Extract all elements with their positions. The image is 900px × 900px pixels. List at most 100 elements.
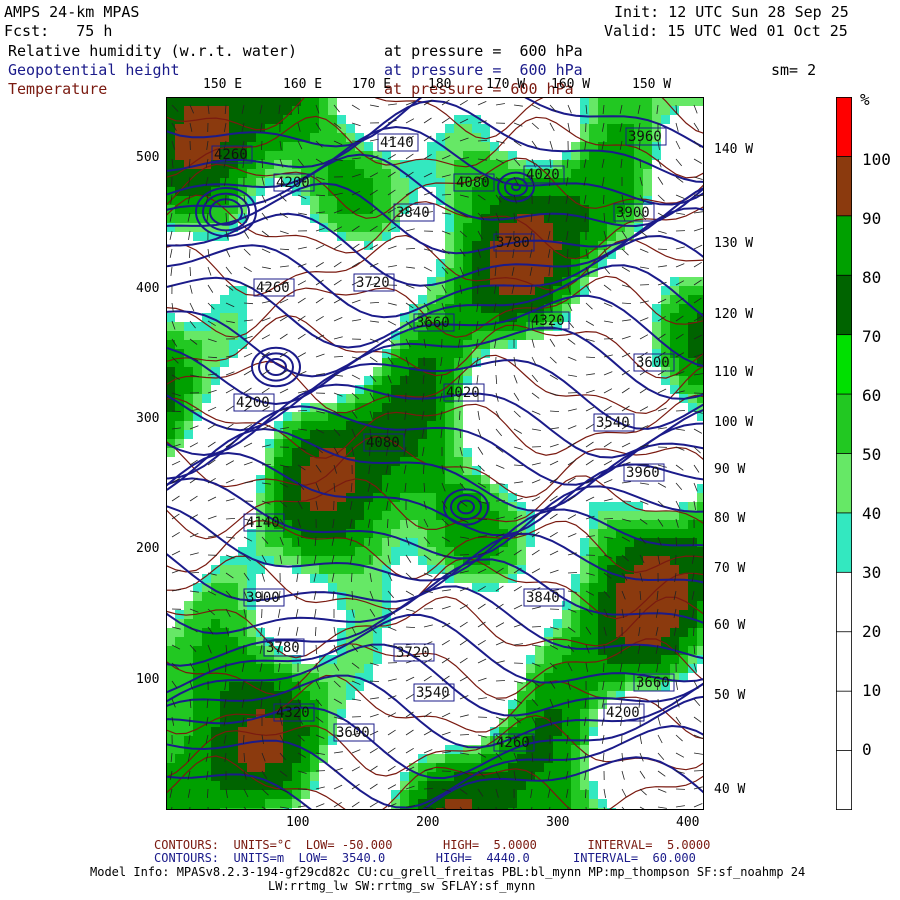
humidity-cell	[391, 376, 400, 385]
humidity-cell	[328, 583, 337, 592]
humidity-cell	[679, 340, 688, 349]
humidity-cell	[220, 691, 229, 700]
humidity-cell	[472, 538, 481, 547]
humidity-cell	[517, 205, 526, 214]
humidity-cell	[553, 214, 562, 223]
wind-barb	[693, 626, 695, 637]
humidity-cell	[328, 97, 337, 106]
humidity-cell	[229, 781, 238, 790]
humidity-cell	[454, 790, 463, 799]
humidity-cell	[328, 439, 337, 448]
humidity-cell	[319, 97, 328, 106]
humidity-cell	[175, 124, 184, 133]
wind-barb	[567, 716, 569, 727]
humidity-cell	[319, 412, 328, 421]
humidity-cell	[616, 673, 625, 682]
humidity-cell	[175, 763, 184, 772]
humidity-cell	[265, 718, 274, 727]
humidity-cell	[175, 709, 184, 718]
humidity-cell	[265, 493, 274, 502]
humidity-cell	[445, 358, 454, 367]
humidity-cell	[598, 223, 607, 232]
humidity-cell	[211, 754, 220, 763]
humidity-cell	[553, 205, 562, 214]
humidity-cell	[463, 574, 472, 583]
humidity-cell	[265, 151, 274, 160]
colorbar-segment	[836, 750, 852, 810]
humidity-cell	[616, 592, 625, 601]
humidity-cell	[292, 664, 301, 673]
humidity-cell	[337, 115, 346, 124]
height-label: 3540	[596, 415, 630, 431]
humidity-cell	[391, 178, 400, 187]
humidity-cell	[193, 736, 202, 745]
humidity-cell	[184, 169, 193, 178]
humidity-cell	[508, 340, 517, 349]
humidity-cell	[580, 583, 589, 592]
humidity-cell	[337, 466, 346, 475]
humidity-cell	[382, 385, 391, 394]
humidity-cell	[535, 187, 544, 196]
humidity-cell	[616, 97, 625, 106]
humidity-cell	[274, 745, 283, 754]
humidity-cell	[697, 547, 704, 556]
humidity-cell	[418, 403, 427, 412]
humidity-cell	[562, 691, 571, 700]
humidity-cell	[445, 178, 454, 187]
humidity-cell	[445, 484, 454, 493]
humidity-cell	[364, 511, 373, 520]
humidity-cell	[184, 691, 193, 700]
lon-label-right: 50 W	[714, 688, 746, 703]
colorbar-segment	[836, 393, 852, 455]
humidity-cell	[166, 385, 175, 394]
humidity-cell	[319, 196, 328, 205]
height-label: 4080	[456, 175, 490, 191]
humidity-cell	[580, 709, 589, 718]
humidity-cell	[589, 502, 598, 511]
humidity-cell	[292, 547, 301, 556]
humidity-cell	[283, 448, 292, 457]
humidity-cell	[445, 223, 454, 232]
humidity-cell	[364, 160, 373, 169]
humidity-cell	[274, 682, 283, 691]
humidity-cell	[247, 646, 256, 655]
humidity-cell	[589, 106, 598, 115]
humidity-cell	[265, 790, 274, 799]
humidity-cell	[634, 511, 643, 520]
humidity-cell	[175, 214, 184, 223]
humidity-cell	[463, 340, 472, 349]
humidity-cell	[616, 160, 625, 169]
humidity-cell	[247, 187, 256, 196]
humidity-cell	[472, 196, 481, 205]
height-label: 3900	[616, 205, 650, 221]
humidity-cell	[580, 610, 589, 619]
humidity-cell	[355, 466, 364, 475]
humidity-cell	[337, 430, 346, 439]
humidity-cell	[364, 232, 373, 241]
humidity-cell	[337, 691, 346, 700]
humidity-cell	[445, 754, 454, 763]
humidity-cell	[175, 637, 184, 646]
humidity-cell	[436, 538, 445, 547]
humidity-cell	[481, 790, 490, 799]
humidity-cell	[634, 592, 643, 601]
humidity-cell	[607, 502, 616, 511]
humidity-cell	[427, 520, 436, 529]
humidity-cell	[481, 583, 490, 592]
humidity-cell	[526, 799, 535, 808]
humidity-cell	[355, 394, 364, 403]
humidity-cell	[391, 520, 400, 529]
humidity-cell	[364, 655, 373, 664]
humidity-cell	[283, 97, 292, 106]
humidity-cell	[652, 547, 661, 556]
humidity-cell	[382, 151, 391, 160]
humidity-cell	[337, 664, 346, 673]
humidity-cell	[274, 484, 283, 493]
humidity-cell	[220, 781, 229, 790]
humidity-cell	[409, 439, 418, 448]
humidity-cell	[328, 115, 337, 124]
humidity-cell	[436, 754, 445, 763]
humidity-cell	[409, 385, 418, 394]
humidity-cell	[652, 574, 661, 583]
humidity-cell	[220, 106, 229, 115]
